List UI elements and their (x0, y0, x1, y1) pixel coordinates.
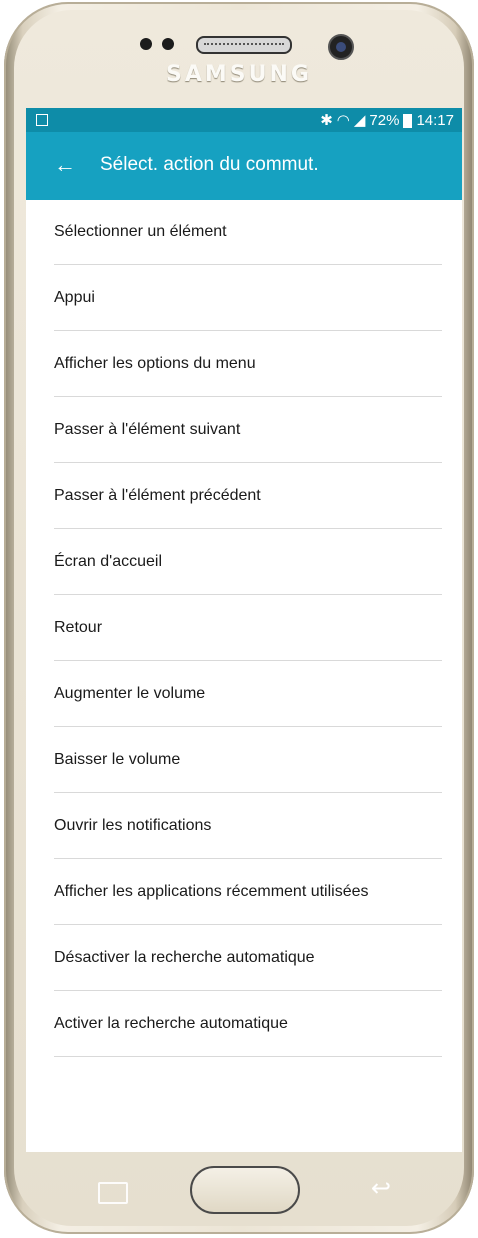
earpiece-speaker (196, 36, 292, 54)
recent-apps-icon[interactable] (98, 1182, 128, 1204)
status-bar: ✱ ◠ ◢ 72% 14:17 (26, 108, 462, 132)
app-bar: ← Sélect. action du commut. (26, 132, 462, 200)
front-camera-icon (328, 34, 354, 60)
battery-percent: 72% (369, 111, 400, 129)
list-item-previous-element[interactable]: Passer à l'élément précédent (54, 463, 442, 529)
bluetooth-icon: ✱ (320, 112, 333, 129)
screenshot-notification-icon (36, 114, 48, 126)
light-sensor-icon (162, 38, 174, 50)
signal-icon: ◢ (353, 112, 366, 129)
page-title: Sélect. action du commut. (100, 154, 319, 175)
home-button[interactable] (190, 1166, 300, 1214)
list-item-disable-auto-scan[interactable]: Désactiver la recherche automatique (54, 925, 442, 991)
arrow-left-icon[interactable]: ← (54, 152, 76, 178)
clock: 14:17 (416, 111, 454, 129)
action-list: Sélectionner un élément Appui Afficher l… (26, 200, 462, 1057)
list-item-enable-auto-scan[interactable]: Activer la recherche automatique (54, 991, 442, 1057)
list-item-open-notifications[interactable]: Ouvrir les notifications (54, 793, 442, 859)
screen: ✱ ◠ ◢ 72% 14:17 ← Sélect. action du comm… (26, 108, 462, 1152)
battery-icon (403, 114, 413, 128)
back-key-icon[interactable]: ↩ (371, 1174, 391, 1202)
list-item-next-element[interactable]: Passer à l'élément suivant (54, 397, 442, 463)
wifi-icon: ◠ (336, 112, 350, 129)
list-item-back[interactable]: Retour (54, 595, 442, 661)
hardware-nav-bar: ↩ (26, 1152, 462, 1224)
list-item-home-screen[interactable]: Écran d'accueil (54, 529, 442, 595)
brand-logo: SAMSUNG (166, 62, 312, 87)
list-item-volume-up[interactable]: Augmenter le volume (54, 661, 442, 727)
list-item-recent-apps[interactable]: Afficher les applications récemment util… (54, 859, 442, 925)
list-item-volume-down[interactable]: Baisser le volume (54, 727, 442, 793)
proximity-sensor-icon (140, 38, 152, 50)
list-item-menu-options[interactable]: Afficher les options du menu (54, 331, 442, 397)
list-item-select-element[interactable]: Sélectionner un élément (54, 200, 442, 265)
list-item-tap[interactable]: Appui (54, 265, 442, 331)
